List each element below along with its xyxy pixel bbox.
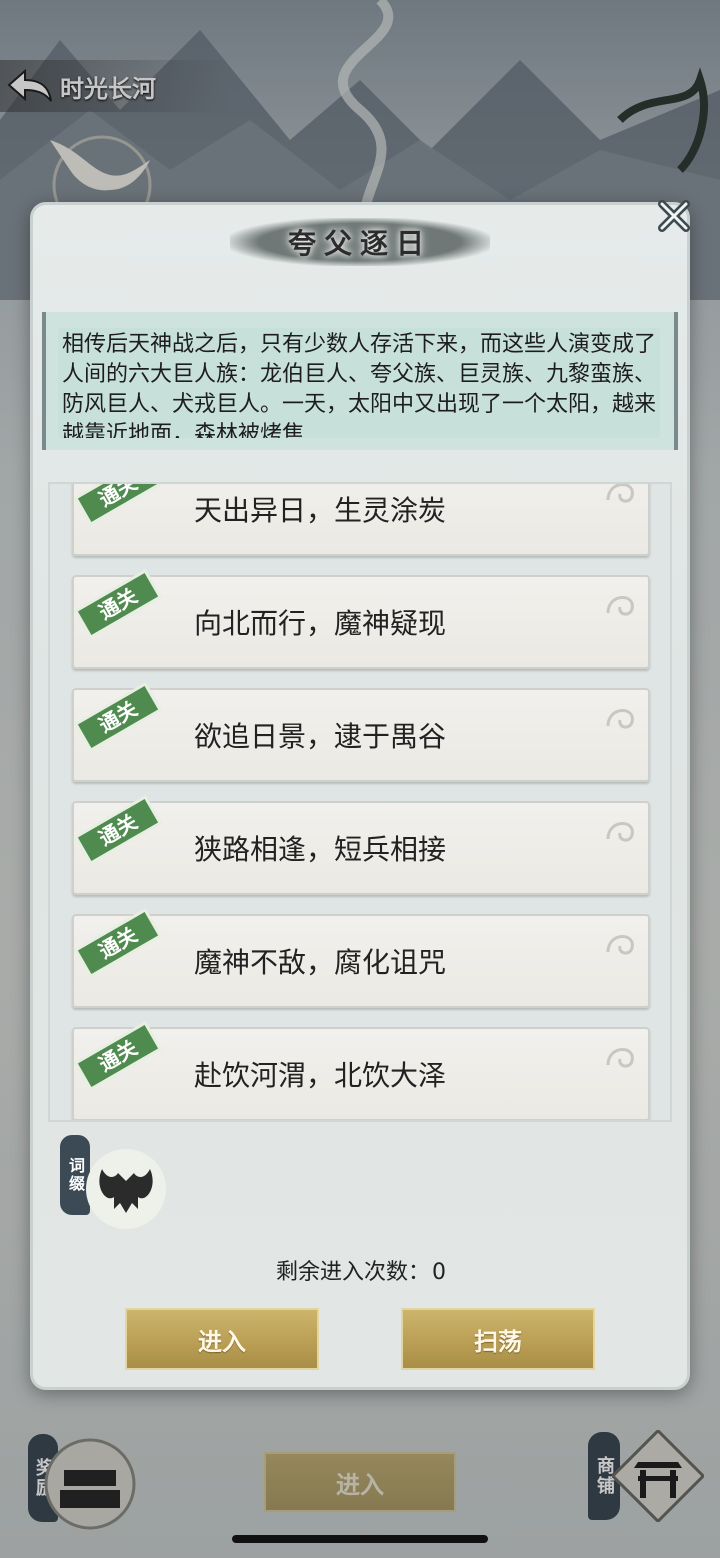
stage-item[interactable]: 通关 欲追日景，逮于禺谷 <box>72 682 650 782</box>
story-text: 相传后天神战之后，只有少数人存活下来，而这些人演变成了人间的六大巨人族：龙伯巨人… <box>62 332 657 438</box>
cleared-badge-icon: 通关 <box>73 484 163 526</box>
cleared-badge-icon: 通关 <box>73 569 163 639</box>
cleared-badge-icon: 通关 <box>73 1021 163 1091</box>
stage-name: 魔神不敌，腐化诅咒 <box>194 946 447 979</box>
stage-item[interactable]: 通关 赴饮河渭，北饮大泽 <box>72 1021 650 1120</box>
stage-item[interactable]: 通关 天出异日，生灵涂炭 <box>72 484 650 556</box>
home-indicator[interactable] <box>232 1535 488 1543</box>
cloud-swirl-icon <box>606 822 634 842</box>
stage-name: 向北而行，魔神疑现 <box>194 607 447 640</box>
stage-name: 狭路相逢，短兵相接 <box>194 833 447 866</box>
story-scroll[interactable]: 相传后天神战之后，只有少数人存活下来，而这些人演变成了人间的六大巨人族：龙伯巨人… <box>42 312 678 450</box>
cloud-swirl-icon <box>606 709 634 729</box>
remaining-entries: 剩余进入次数：0 <box>0 1254 720 1286</box>
cleared-badge-icon: 通关 <box>73 795 163 865</box>
stage-name: 赴饮河渭，北饮大泽 <box>194 1059 447 1092</box>
sweep-button[interactable]: 扫荡 <box>401 1308 595 1370</box>
cloud-swirl-icon <box>606 596 634 616</box>
affix-horns-icon[interactable] <box>84 1147 168 1231</box>
dialog-title: 夸父逐日 <box>287 227 432 260</box>
stage-list[interactable]: 通关 天出异日，生灵涂炭 通关 向北而行，魔神疑现 通关 欲追日景，逮于禺谷 通… <box>48 482 672 1122</box>
enter-button[interactable]: 进入 <box>125 1308 319 1370</box>
stage-name: 欲追日景，逮于禺谷 <box>194 720 447 753</box>
cloud-swirl-icon <box>606 935 634 955</box>
remaining-count: 0 <box>432 1260 446 1285</box>
stage-item[interactable]: 通关 魔神不敌，腐化诅咒 <box>72 908 650 1008</box>
story-panel: 相传后天神战之后，只有少数人存活下来，而这些人演变成了人间的六大巨人族：龙伯巨人… <box>58 328 660 438</box>
stage-name: 天出异日，生灵涂炭 <box>194 494 447 527</box>
stage-item[interactable]: 通关 向北而行，魔神疑现 <box>72 569 650 669</box>
stage-item[interactable]: 通关 狭路相逢，短兵相接 <box>72 795 650 895</box>
dialog-title-banner: 夸父逐日 <box>230 218 490 266</box>
cleared-badge-icon: 通关 <box>73 908 163 978</box>
close-icon[interactable] <box>654 196 694 236</box>
cloud-swirl-icon <box>606 1048 634 1068</box>
remaining-label: 剩余进入次数： <box>275 1260 430 1285</box>
cleared-badge-icon: 通关 <box>73 682 163 752</box>
cloud-swirl-icon <box>606 484 634 503</box>
